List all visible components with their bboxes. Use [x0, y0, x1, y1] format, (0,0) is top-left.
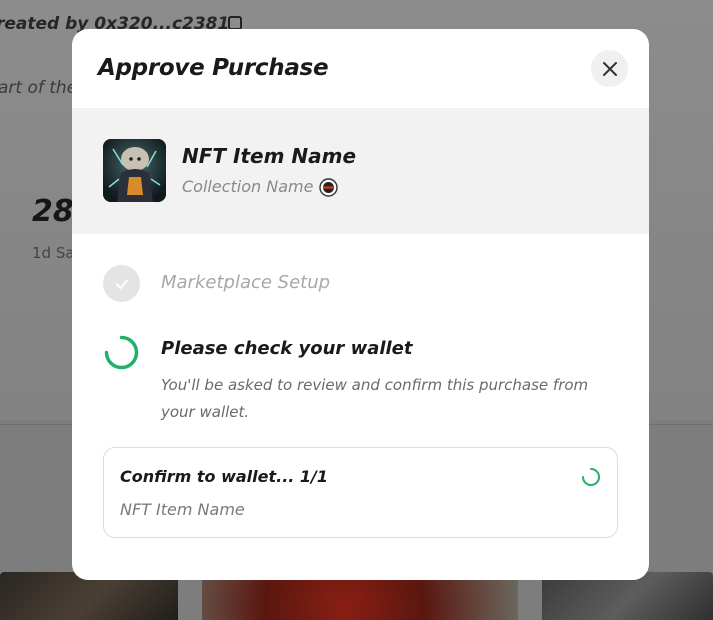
- confirm-wallet-title: Confirm to wallet... 1/1: [120, 467, 329, 486]
- close-icon: [602, 61, 617, 76]
- nft-item-name: NFT Item Name: [182, 144, 357, 168]
- step-check-wallet-description: You'll be asked to review and confirm th…: [161, 376, 589, 421]
- loading-spinner-icon: [104, 335, 139, 370]
- item-summary: NFT Item Name Collection Name: [72, 108, 649, 234]
- copy-icon: [228, 16, 242, 30]
- wallet-confirm-card: Confirm to wallet... 1/1 NFT Item Name: [103, 447, 618, 538]
- modal-title: Approve Purchase: [98, 55, 329, 81]
- loading-spinner-icon: [582, 468, 600, 486]
- step-complete-check-icon: [103, 265, 140, 302]
- nft-thumbnail: [103, 139, 166, 202]
- part-of-text: art of the: [0, 78, 78, 98]
- stat-label: 1d Sa: [32, 244, 75, 262]
- confirm-item-name: NFT Item Name: [120, 500, 245, 519]
- step-check-wallet: Please check your wallet: [161, 338, 413, 359]
- stat-value: 28: [32, 194, 74, 229]
- approve-purchase-modal: Approve Purchase NFT Item Name Collectio…: [72, 29, 649, 580]
- collection-name[interactable]: Collection Name: [182, 177, 313, 196]
- close-button[interactable]: [591, 50, 628, 87]
- modal-header: Approve Purchase: [72, 29, 649, 108]
- step-marketplace-setup: Marketplace Setup: [161, 272, 331, 293]
- collection-logo-icon: [319, 178, 338, 197]
